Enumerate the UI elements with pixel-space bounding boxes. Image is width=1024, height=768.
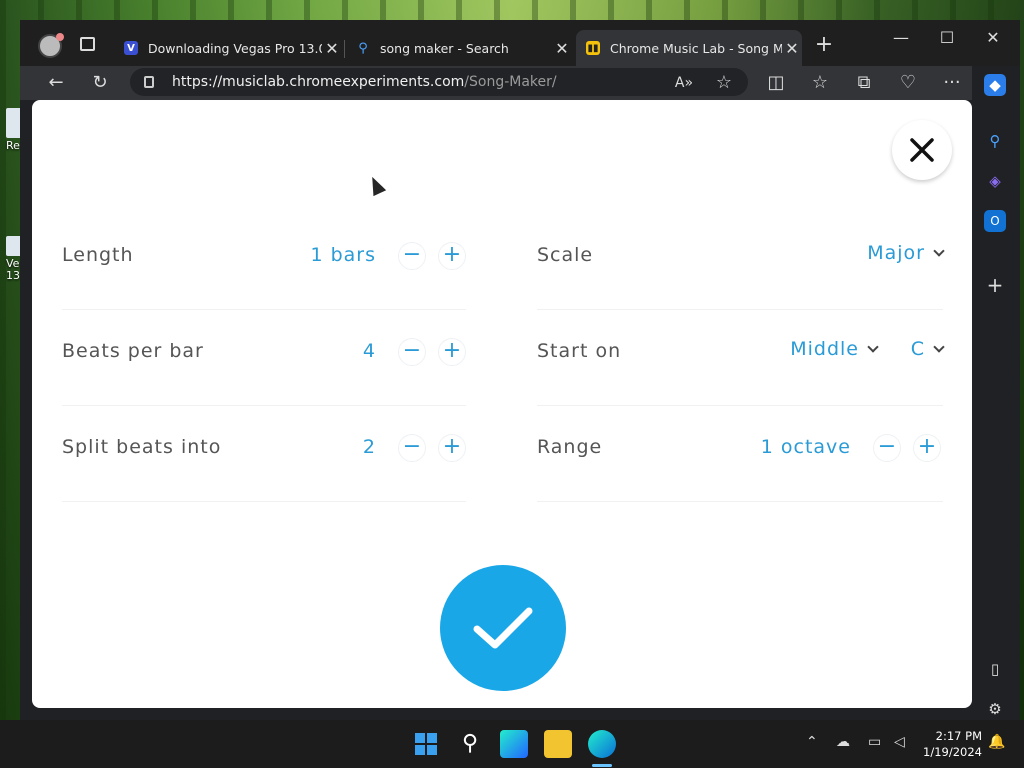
read-aloud-icon[interactable]: A» <box>672 72 696 94</box>
mouse-cursor <box>365 173 387 197</box>
chevron-down-icon <box>933 245 945 257</box>
length-value: 1 bars <box>310 244 376 266</box>
search-icon[interactable]: ⚲ <box>456 730 484 758</box>
games-icon[interactable]: ◈ <box>984 170 1006 192</box>
split-decrease-button[interactable]: − <box>398 434 426 462</box>
start-windows-icon[interactable] <box>412 730 440 758</box>
beats-increase-button[interactable]: + <box>438 338 466 366</box>
edge-beta-icon[interactable] <box>500 730 528 758</box>
url-path: /Song-Maker/ <box>464 74 557 90</box>
favorites-icon[interactable]: ☆ <box>808 72 832 94</box>
maximize-button[interactable]: ☐ <box>924 28 970 47</box>
new-tab-button[interactable]: + <box>812 32 836 57</box>
window-close-button[interactable]: ✕ <box>970 28 1016 47</box>
tab-actions-icon[interactable] <box>80 37 95 51</box>
close-settings-button[interactable] <box>892 120 952 180</box>
search-icon[interactable]: ⚲ <box>984 130 1006 152</box>
edge-icon[interactable] <box>588 730 616 758</box>
tab-search[interactable]: ⚲ song maker - Search ✕ <box>346 30 572 66</box>
chevron-down-icon <box>867 341 879 353</box>
scale-value: Major <box>867 242 925 264</box>
start-note-value: C <box>910 338 925 360</box>
start-on-setting: Start on Middle C <box>537 310 945 406</box>
split-increase-button[interactable]: + <box>438 434 466 462</box>
start-on-label: Start on <box>537 340 622 362</box>
notification-bell-icon[interactable]: 🔔 <box>988 734 1005 750</box>
sidebar-toggle-icon[interactable]: ▯ <box>984 658 1006 680</box>
tab-title: Chrome Music Lab - Song Mak <box>610 40 782 56</box>
refresh-icon[interactable]: ↻ <box>88 72 112 94</box>
close-tab-icon[interactable]: ✕ <box>552 39 572 58</box>
tab-title: Downloading Vegas Pro 13.0 Bu <box>148 40 322 56</box>
range-increase-button[interactable]: + <box>913 434 941 462</box>
confirm-button[interactable] <box>440 565 566 691</box>
vegas-icon: V <box>124 41 138 55</box>
copilot-icon[interactable]: ◆ <box>984 74 1006 96</box>
close-tab-icon[interactable]: ✕ <box>322 39 342 58</box>
close-tab-icon[interactable]: ✕ <box>782 39 802 58</box>
length-setting: Length 1 bars − + <box>62 214 466 310</box>
system-clock[interactable]: 2:17 PM 1/19/2024 <box>920 728 982 760</box>
tab-divider <box>344 40 345 58</box>
onedrive-icon[interactable]: ☁ <box>836 734 850 750</box>
split-screen-icon[interactable]: ◫ <box>764 72 788 94</box>
add-app-icon[interactable]: + <box>984 274 1006 296</box>
edge-sidebar: ◆ ⚲ ◈ O + ▯ ⚙ <box>972 66 1020 720</box>
browser-essentials-icon[interactable]: ♡ <box>896 72 920 94</box>
clock-date: 1/19/2024 <box>923 745 982 759</box>
scale-dropdown[interactable]: Major <box>867 242 945 264</box>
range-setting: Range 1 octave − + <box>537 406 943 502</box>
range-decrease-button[interactable]: − <box>873 434 901 462</box>
settings-gear-icon[interactable]: ⚙ <box>984 698 1006 720</box>
tab-music-lab[interactable]: ▮▮ Chrome Music Lab - Song Mak ✕ <box>576 30 802 66</box>
tab-title: song maker - Search <box>380 40 509 56</box>
collections-icon[interactable]: ⧉ <box>852 72 876 94</box>
settings-modal: Length 1 bars − + Beats per bar 4 − + Sp… <box>32 100 972 708</box>
outlook-icon[interactable]: O <box>984 210 1006 232</box>
beats-per-bar-label: Beats per bar <box>62 340 204 362</box>
clock-time: 2:17 PM <box>935 729 982 743</box>
start-octave-dropdown[interactable]: Middle <box>790 338 879 360</box>
range-value: 1 octave <box>760 436 851 458</box>
minimize-button[interactable]: — <box>878 28 924 47</box>
lock-icon <box>144 76 154 88</box>
length-decrease-button[interactable]: − <box>398 242 426 270</box>
search-icon: ⚲ <box>358 40 368 56</box>
range-label: Range <box>537 436 603 458</box>
url-host: https://musiclab.chromeexperiments.com <box>172 74 465 90</box>
start-note-dropdown[interactable]: C <box>910 338 945 360</box>
url-field[interactable]: https://musiclab.chromeexperiments.com/S… <box>130 68 748 96</box>
active-app-indicator <box>592 764 612 767</box>
beats-per-bar-value: 4 <box>362 340 376 362</box>
split-beats-label: Split beats into <box>62 436 222 458</box>
network-icon[interactable]: ▭ <box>868 734 881 750</box>
split-beats-setting: Split beats into 2 − + <box>62 406 466 502</box>
chevron-up-icon[interactable]: ⌃ <box>806 734 818 750</box>
chevron-down-icon <box>933 341 945 353</box>
favorite-star-icon[interactable]: ☆ <box>712 72 736 94</box>
length-label: Length <box>62 244 134 266</box>
scale-setting: Scale Major <box>537 214 945 310</box>
address-bar: ← ↻ https://musiclab.chromeexperiments.c… <box>20 66 1020 100</box>
more-menu-icon[interactable]: ··· <box>940 72 964 94</box>
windows-taskbar: ⚲ ⌃ ☁ ▭ ◁ 2:17 PM 1/19/2024 🔔 <box>0 720 1024 768</box>
volume-icon[interactable]: ◁ <box>894 734 905 750</box>
back-arrow-icon[interactable]: ← <box>44 72 68 94</box>
tab-vegas[interactable]: V Downloading Vegas Pro 13.0 Bu ✕ <box>114 30 342 66</box>
browser-window: V Downloading Vegas Pro 13.0 Bu ✕ ⚲ song… <box>20 20 1020 720</box>
tab-bar: V Downloading Vegas Pro 13.0 Bu ✕ ⚲ song… <box>20 20 1020 66</box>
split-beats-value: 2 <box>362 436 376 458</box>
length-increase-button[interactable]: + <box>438 242 466 270</box>
start-octave-value: Middle <box>790 338 859 360</box>
checkmark-icon <box>473 607 533 649</box>
music-lab-icon: ▮▮ <box>586 41 600 55</box>
file-explorer-icon[interactable] <box>544 730 572 758</box>
close-icon <box>910 138 934 162</box>
beats-per-bar-setting: Beats per bar 4 − + <box>62 310 466 406</box>
beats-decrease-button[interactable]: − <box>398 338 426 366</box>
scale-label: Scale <box>537 244 594 266</box>
profile-avatar[interactable] <box>38 33 64 58</box>
